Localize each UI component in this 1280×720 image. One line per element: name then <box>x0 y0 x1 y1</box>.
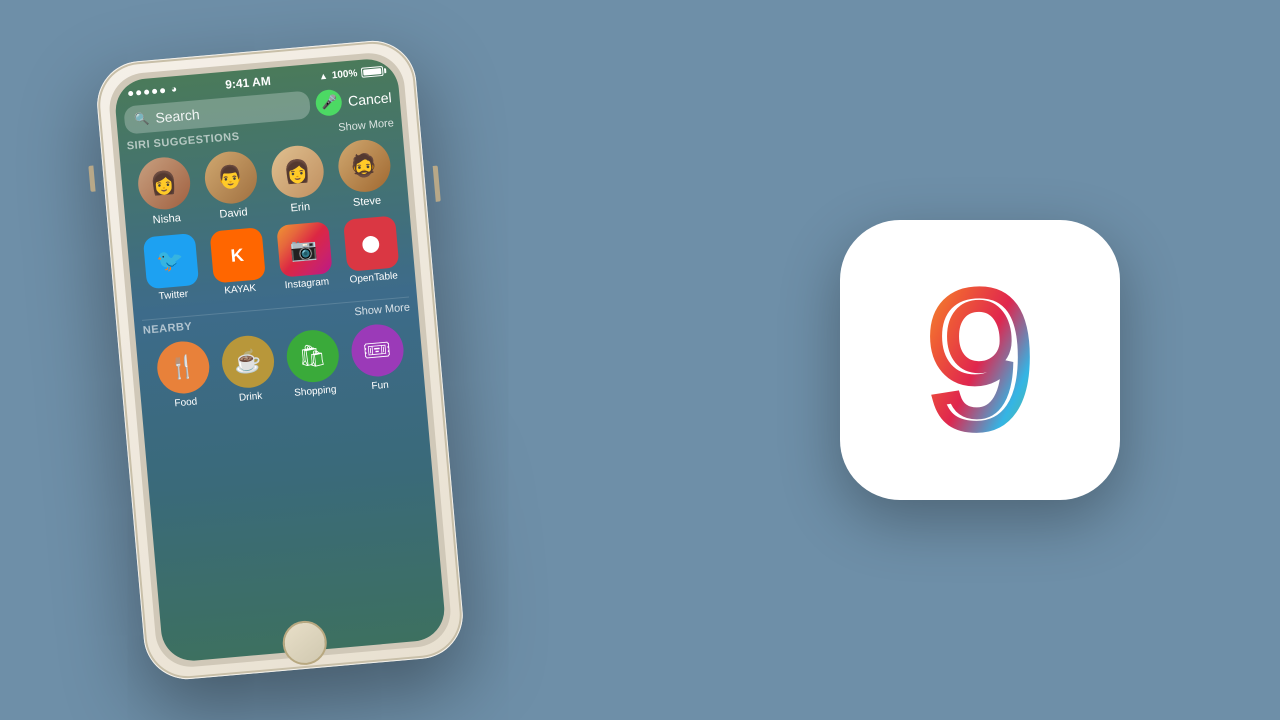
avatar-nisha-face: 👩 <box>136 155 192 211</box>
app-name-opentable: OpenTable <box>349 270 398 285</box>
nearby-icons-row: 🍴 Food ☕ Drink 🛍 Shopping 🎟 Fun <box>144 321 417 411</box>
signal-dot-4 <box>152 88 157 93</box>
food-icon: 🍴 <box>155 339 211 395</box>
app-name-twitter: Twitter <box>158 289 188 303</box>
app-instagram[interactable]: 📷 Instagram <box>276 221 334 291</box>
app-opentable[interactable]: ⬤ OpenTable <box>343 215 401 285</box>
avatar-david-face: 👨 <box>202 149 258 205</box>
signal-dot-5 <box>160 88 165 93</box>
nearby-drink[interactable]: ☕ Drink <box>219 334 277 405</box>
nearby-name-shopping: Shopping <box>294 384 337 399</box>
contact-name-steve: Steve <box>352 195 381 209</box>
signal-dot-3 <box>144 89 149 94</box>
ios9-logo: 9 <box>840 220 1120 500</box>
contact-name-erin: Erin <box>290 201 311 215</box>
apps-row: 🐦 Twitter K KAYAK 📷 Instagram ⬤ OpenTabl… <box>135 215 408 304</box>
contacts-row: 👩 Nisha 👨 David 👩 Erin <box>128 137 401 228</box>
battery-area: ▲ 100% <box>318 65 383 82</box>
power-button <box>433 166 441 202</box>
app-twitter[interactable]: 🐦 Twitter <box>142 233 200 303</box>
app-kayak[interactable]: K KAYAK <box>209 227 267 297</box>
nearby-name-food: Food <box>174 396 198 409</box>
avatar-steve-face: 🧔 <box>336 138 392 194</box>
signal-dot-2 <box>136 90 141 95</box>
avatar-nisha: 👩 <box>136 155 192 211</box>
twitter-icon: 🐦 <box>142 233 198 289</box>
clock: 9:41 AM <box>225 74 272 92</box>
opentable-icon: ⬤ <box>343 215 399 271</box>
app-name-instagram: Instagram <box>284 276 329 291</box>
contact-name-nisha: Nisha <box>152 212 181 226</box>
iphone-body: ◕ 9:41 AM ▲ 100% 🔍 Search 🎤 Canc <box>107 50 454 670</box>
nearby-shopping[interactable]: 🛍 Shopping <box>284 328 342 399</box>
nearby-show-more[interactable]: Show More <box>354 301 410 318</box>
search-placeholder: Search <box>155 106 201 126</box>
signal-dot-1 <box>128 90 133 95</box>
cancel-button[interactable]: Cancel <box>347 89 392 109</box>
avatar-steve: 🧔 <box>336 138 392 194</box>
wifi-icon: ◕ <box>171 83 178 94</box>
contact-david[interactable]: 👨 David <box>202 149 260 221</box>
siri-section-title: SIRI SUGGESTIONS <box>126 131 240 153</box>
drink-icon: ☕ <box>219 334 275 390</box>
svg-text:9: 9 <box>927 254 1033 466</box>
nearby-section-title: NEARBY <box>142 321 192 337</box>
contact-nisha[interactable]: 👩 Nisha <box>136 155 194 227</box>
instagram-icon: 📷 <box>276 221 332 277</box>
iphone-screen: ◕ 9:41 AM ▲ 100% 🔍 Search 🎤 Canc <box>113 57 447 664</box>
mic-button[interactable]: 🎤 <box>315 89 343 117</box>
app-name-kayak: KAYAK <box>224 283 257 297</box>
contact-name-david: David <box>219 206 248 220</box>
battery-icon <box>361 66 384 78</box>
signal-dots: ◕ <box>128 83 178 98</box>
battery-fill <box>363 68 381 76</box>
siri-show-more[interactable]: Show More <box>338 117 394 134</box>
nearby-food[interactable]: 🍴 Food <box>155 339 213 410</box>
search-icon: 🔍 <box>134 111 150 126</box>
battery-percent: 100% <box>331 68 357 81</box>
fun-icon: 🎟 <box>349 322 405 378</box>
nearby-fun[interactable]: 🎟 Fun <box>349 322 407 393</box>
contact-steve[interactable]: 🧔 Steve <box>336 138 394 210</box>
nearby-name-fun: Fun <box>371 380 389 392</box>
nearby-name-drink: Drink <box>239 391 263 404</box>
nearby-section: NEARBY Show More 🍴 Food ☕ Drink 🛍 Shoppi… <box>134 301 425 418</box>
kayak-icon: K <box>209 227 265 283</box>
siri-suggestions-section: SIRI SUGGESTIONS Show More 👩 Nisha 👨 <box>118 117 416 317</box>
volume-button <box>88 166 95 192</box>
contact-erin[interactable]: 👩 Erin <box>269 144 327 216</box>
location-icon: ▲ <box>319 71 329 82</box>
avatar-erin-face: 👩 <box>269 144 325 200</box>
avatar-david: 👨 <box>202 149 258 205</box>
iphone-frame: ◕ 9:41 AM ▲ 100% 🔍 Search 🎤 Canc <box>94 37 467 683</box>
avatar-erin: 👩 <box>269 144 325 200</box>
shopping-icon: 🛍 <box>284 328 340 384</box>
